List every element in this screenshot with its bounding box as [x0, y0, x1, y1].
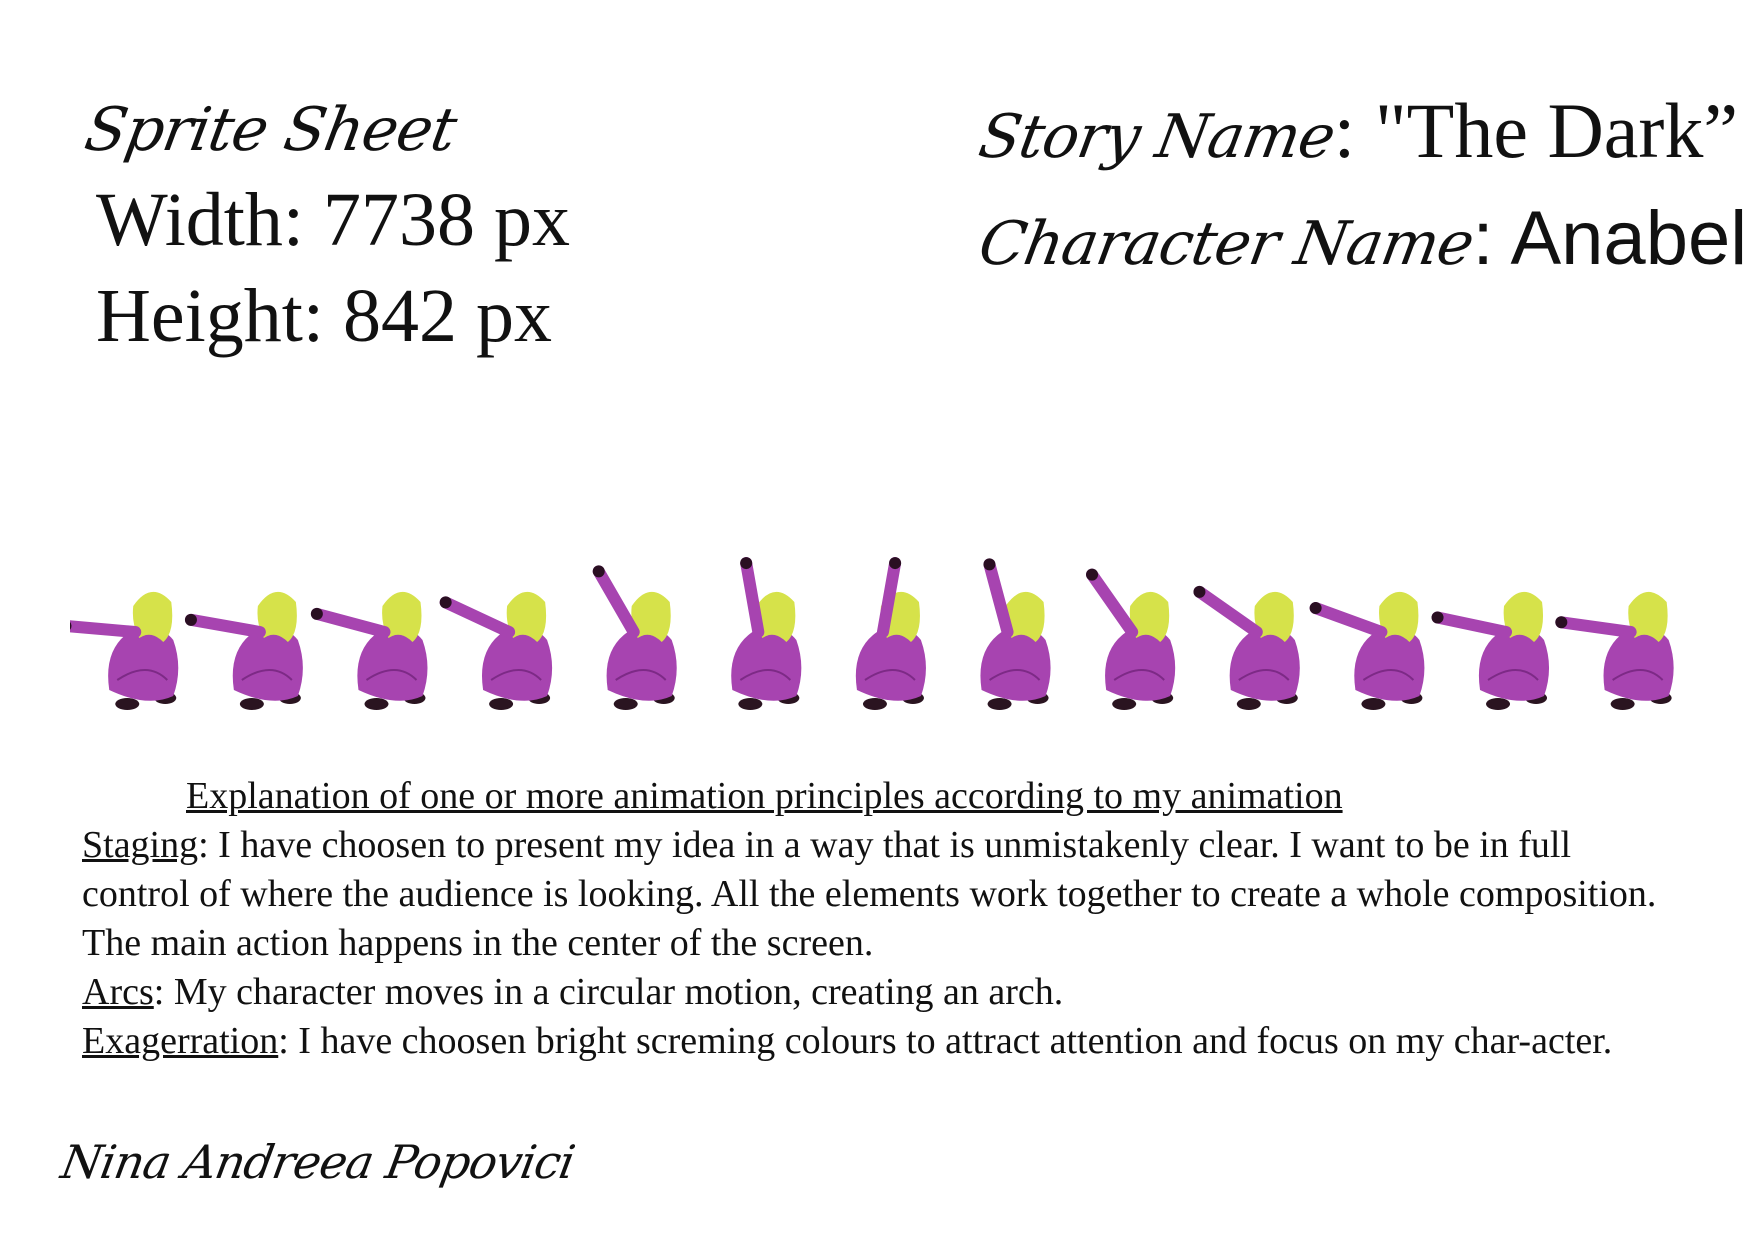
body — [1229, 627, 1300, 701]
story-name-line: Story Name: "The Dark” — [974, 87, 1747, 196]
principle-staging: Staging: I have choosen to present my id… — [82, 821, 1662, 968]
shoe — [364, 698, 389, 710]
body — [108, 627, 179, 701]
shoe — [1486, 698, 1511, 710]
body — [855, 627, 926, 701]
sprite-frame — [184, 591, 303, 710]
body — [232, 627, 303, 701]
character-name-value: : Anabel — [1472, 196, 1748, 281]
principle-text: : I have choosen to present my idea in a… — [82, 824, 1657, 964]
sprite-frame — [439, 591, 553, 710]
story-name-label: Story Name — [973, 102, 1340, 172]
shoe — [1236, 698, 1261, 710]
principle-text: : I have choosen bright screming colours… — [278, 1020, 1613, 1062]
sprite-frame — [1431, 591, 1550, 710]
sheet-info: Sprite Sheet Width: 7738 px Height: 842 … — [80, 88, 571, 364]
width-value: Width: 7738 px — [96, 178, 571, 262]
hand — [983, 558, 996, 571]
explanation-section: Explanation of one or more animation pri… — [82, 772, 1662, 1066]
hand — [1309, 602, 1322, 615]
sprite-frame — [70, 591, 179, 710]
arm — [1555, 616, 1637, 638]
hand — [439, 596, 452, 609]
sprite-frame — [1309, 591, 1425, 710]
shoe — [987, 698, 1012, 710]
sprite-frame — [731, 557, 802, 710]
shoe — [1361, 698, 1386, 710]
hand — [310, 607, 323, 620]
sprite-strip — [70, 557, 1674, 710]
character-name-line: Character Name: Anabel — [974, 196, 1748, 303]
hand — [1193, 585, 1206, 598]
principle-term: Staging — [82, 824, 199, 866]
arm — [1193, 585, 1263, 638]
sprite-frame — [1193, 585, 1300, 710]
arm — [983, 558, 1014, 638]
arm — [1309, 602, 1388, 638]
height-value: Height: 842 px — [96, 274, 552, 358]
hand — [740, 557, 753, 570]
shoe — [1112, 698, 1137, 710]
body — [1603, 627, 1674, 701]
sprite-sheet-title: Sprite Sheet — [79, 95, 462, 165]
sprite-frame — [1555, 591, 1674, 710]
explanation-heading: Explanation of one or more animation pri… — [186, 775, 1343, 817]
shoe — [239, 698, 264, 710]
principle-arcs: Arcs: My character moves in a circular m… — [82, 968, 1662, 1017]
body — [731, 627, 802, 701]
arm — [1431, 611, 1513, 638]
sprite-frame — [1086, 568, 1176, 710]
shoe — [613, 698, 638, 710]
hand — [184, 613, 197, 626]
hand — [1431, 611, 1444, 624]
arm — [439, 596, 516, 638]
arm — [70, 620, 142, 638]
shoe — [1610, 698, 1635, 710]
body — [357, 627, 428, 701]
hand — [592, 565, 605, 578]
hand — [1086, 568, 1099, 581]
arm — [740, 557, 765, 638]
hand — [1555, 616, 1568, 629]
body — [481, 627, 553, 701]
shoe — [738, 698, 763, 710]
arm — [184, 613, 266, 638]
principle-term: Exagerration — [82, 1020, 279, 1062]
signature: Nina Andreea Popovici — [57, 1135, 578, 1189]
character-name-label: Character Name — [973, 209, 1479, 279]
shoe — [115, 698, 140, 710]
sprite-frame — [855, 557, 926, 710]
arm — [592, 565, 640, 638]
principle-term: Arcs — [82, 971, 154, 1013]
principle-text: : My character moves in a circular motio… — [153, 971, 1064, 1013]
shoe — [489, 698, 514, 710]
sprite-frame — [310, 591, 428, 710]
body — [1354, 627, 1425, 701]
shoe — [862, 698, 887, 710]
sprite-frame — [980, 558, 1051, 710]
body — [606, 627, 677, 701]
signature-text: Nina Andreea Popovici — [57, 1135, 579, 1189]
principle-exaggeration: Exagerration: I have choosen bright scre… — [82, 1017, 1662, 1066]
body — [1478, 627, 1550, 701]
arm — [310, 607, 391, 638]
body — [1105, 627, 1176, 701]
story-info: Story Name: "The Dark” Character Name: A… — [974, 87, 1748, 303]
arm — [1086, 568, 1139, 638]
sprite-frame — [592, 565, 677, 710]
body — [980, 627, 1051, 701]
story-name-value: : "The Dark” — [1333, 87, 1738, 174]
hand — [889, 557, 902, 570]
